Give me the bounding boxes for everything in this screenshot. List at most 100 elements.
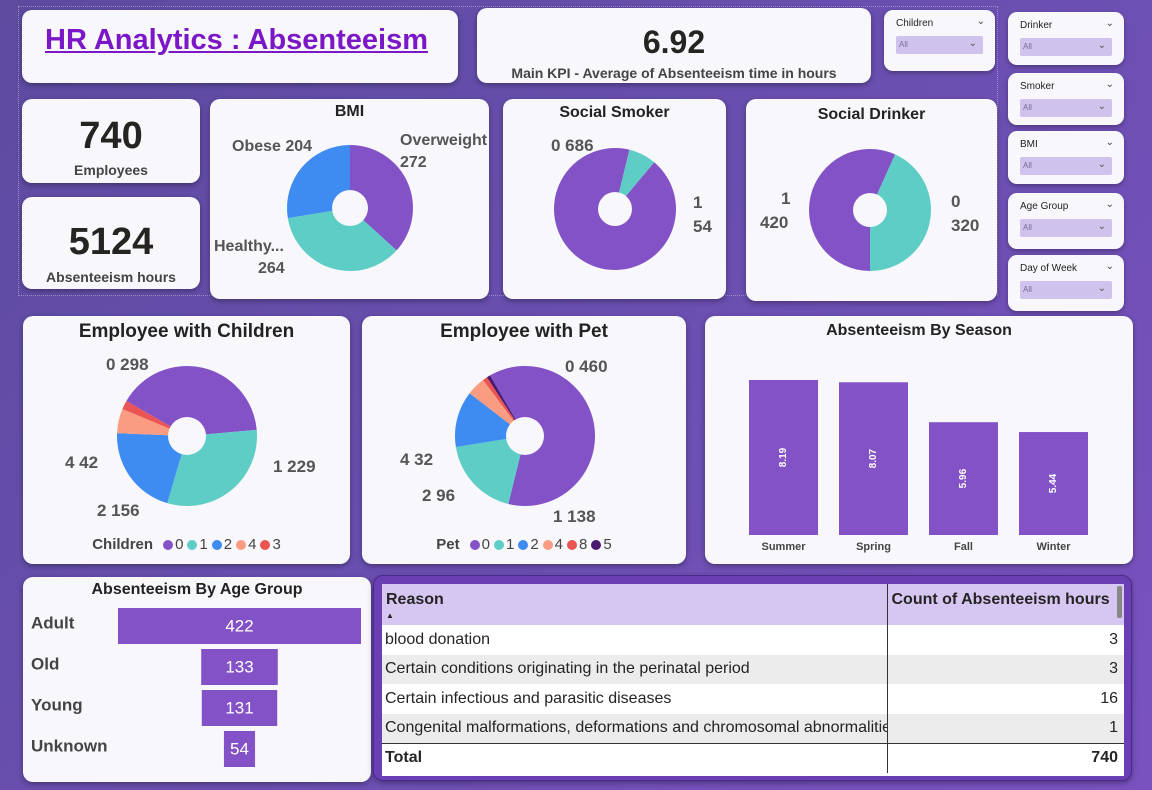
drinker-chart-card: Social Drinker 1 420 0 320 — [746, 99, 997, 301]
season-bar-value: 5.44 — [1048, 473, 1059, 493]
reason-cell: blood donation — [382, 625, 888, 655]
bmi-label-overweight-value: 272 — [400, 154, 427, 171]
employees-value: 740 — [79, 115, 143, 157]
chevron-down-icon: ⌄ — [1097, 101, 1106, 112]
pie-hole — [853, 193, 887, 227]
legend-label[interactable]: 8 — [579, 536, 587, 553]
slicer-children[interactable]: Children ⌄ All ⌄ — [884, 10, 995, 71]
slicer-drinker-value: All — [1023, 42, 1032, 51]
slicer-age-group-value: All — [1023, 223, 1032, 232]
pie-hole — [168, 417, 206, 455]
chevron-down-icon[interactable]: ⌄ — [1106, 137, 1114, 148]
smoker-label-0: 0 686 — [551, 136, 594, 155]
table-row[interactable]: Certain conditions originating in the pe… — [382, 654, 1124, 684]
legend-label[interactable]: 0 — [175, 536, 183, 553]
legend-label[interactable]: 4 — [555, 536, 563, 553]
slicer-day-of-week-value: All — [1023, 285, 1032, 294]
table-row[interactable]: Certain infectious and parasitic disease… — [382, 684, 1124, 714]
children-chart-card: Employee with Children 0 298 1 229 2 156… — [23, 316, 350, 564]
pie-hole — [332, 190, 368, 226]
age-group-bar-value: 422 — [225, 616, 253, 635]
slicer-bmi-label: BMI — [1020, 139, 1038, 150]
slicer-bmi-dropdown[interactable]: All ⌄ — [1020, 157, 1112, 175]
chevron-down-icon[interactable]: ⌄ — [1106, 79, 1114, 90]
chevron-down-icon[interactable]: ⌄ — [1106, 199, 1114, 210]
legend-dot — [236, 540, 247, 551]
total-label: Total — [382, 743, 888, 773]
bmi-label-obese: Obese 204 — [232, 138, 313, 155]
chevron-down-icon: ⌄ — [968, 38, 977, 49]
sort-arrow-icon[interactable]: ▲ — [386, 611, 887, 620]
pie-hole — [598, 192, 632, 226]
chevron-down-icon[interactable]: ⌄ — [1106, 18, 1114, 29]
slicer-smoker-dropdown[interactable]: All ⌄ — [1020, 99, 1112, 117]
slicer-children-value: All — [899, 40, 908, 49]
age-group-bar-value: 131 — [225, 698, 253, 717]
legend-label[interactable]: 1 — [199, 536, 207, 553]
employees-card: 740 Employees — [22, 99, 200, 183]
legend-dot — [163, 540, 174, 551]
reason-table: Reason ▲ Count of Absenteeism hours blood… — [382, 584, 1124, 773]
slicer-age-group[interactable]: Age Group ⌄ All ⌄ — [1008, 193, 1124, 249]
slicer-age-group-dropdown[interactable]: All ⌄ — [1020, 219, 1112, 237]
hours-label: Absenteeism hours — [46, 269, 176, 285]
slicer-bmi-value: All — [1023, 161, 1032, 170]
employees-label: Employees — [74, 162, 148, 178]
column-header-reason[interactable]: Reason ▲ — [382, 584, 888, 625]
pet-label-1: 1 138 — [553, 507, 596, 526]
children-label-0: 0 298 — [106, 355, 149, 374]
chevron-down-icon: ⌄ — [1097, 159, 1106, 170]
slicer-day-of-week-dropdown[interactable]: All ⌄ — [1020, 281, 1112, 299]
legend-dot — [567, 540, 578, 551]
bmi-pie — [287, 145, 414, 271]
pet-label-4: 4 32 — [400, 450, 434, 469]
slicer-drinker[interactable]: Drinker ⌄ All ⌄ — [1008, 12, 1124, 65]
slicer-drinker-label: Drinker — [1020, 20, 1053, 31]
table-scrollbar[interactable] — [1117, 586, 1122, 618]
legend-label[interactable]: 2 — [224, 536, 232, 553]
column-header-count[interactable]: Count of Absenteeism hours — [887, 584, 1124, 625]
slicer-age-group-label: Age Group — [1020, 201, 1069, 212]
bmi-label-overweight: Overweight — [400, 132, 488, 149]
legend-title: Children — [92, 536, 154, 553]
chevron-down-icon[interactable]: ⌄ — [1106, 261, 1114, 272]
legend-dot — [542, 540, 553, 551]
total-value: 740 — [1091, 749, 1118, 767]
chevron-down-icon: ⌄ — [1097, 283, 1106, 294]
table-row[interactable]: Congenital malformations, deformations a… — [382, 713, 1124, 743]
legend-label[interactable]: 0 — [482, 536, 490, 553]
slicer-bmi[interactable]: BMI ⌄ All ⌄ — [1008, 131, 1124, 184]
bmi-chart-card: BMI Overweight 272 Healthy... 264 Obese … — [210, 99, 489, 299]
season-bar-value: 5.96 — [958, 468, 969, 488]
children-label-1: 1 229 — [273, 457, 316, 476]
children-label-4: 4 42 — [65, 453, 99, 472]
age-group-category-label: Old — [31, 654, 59, 673]
age-group-category-label: Young — [31, 695, 83, 714]
slicer-children-dropdown[interactable]: All ⌄ — [896, 36, 983, 54]
legend-label[interactable]: 3 — [272, 536, 280, 553]
table-row[interactable]: blood donation 3 — [382, 625, 1124, 655]
pet-legend: Pet 0 1 2 4 8 5 — [362, 536, 686, 553]
pet-label-0: 0 460 — [565, 357, 608, 376]
legend-dot — [518, 540, 529, 551]
chevron-down-icon[interactable]: ⌄ — [977, 16, 985, 27]
slicer-children-label: Children — [896, 18, 934, 29]
drinker-label-0: 0 — [951, 192, 961, 211]
slicer-smoker-value: All — [1023, 103, 1032, 112]
drinker-label-1-value: 420 — [760, 213, 789, 232]
legend-label[interactable]: 5 — [603, 536, 611, 553]
legend-dot — [493, 540, 504, 551]
season-category-label: Winter — [1036, 541, 1071, 553]
count-cell: 3 — [1109, 630, 1118, 648]
slicer-smoker[interactable]: Smoker ⌄ All ⌄ — [1008, 73, 1124, 125]
legend-label[interactable]: 4 — [248, 536, 256, 553]
legend-label[interactable]: 1 — [506, 536, 514, 553]
pet-chart-card: Employee with Pet 0 460 1 138 2 96 4 32 … — [362, 316, 686, 564]
page-title[interactable]: HR Analytics : Absenteeism — [45, 24, 428, 57]
slicer-day-of-week[interactable]: Day of Week ⌄ All ⌄ — [1008, 255, 1124, 311]
legend-label[interactable]: 2 — [530, 536, 538, 553]
legend-dot — [187, 540, 198, 551]
season-bar-value: 8.19 — [778, 447, 789, 467]
slicer-drinker-dropdown[interactable]: All ⌄ — [1020, 38, 1112, 56]
legend-dot — [260, 540, 271, 551]
